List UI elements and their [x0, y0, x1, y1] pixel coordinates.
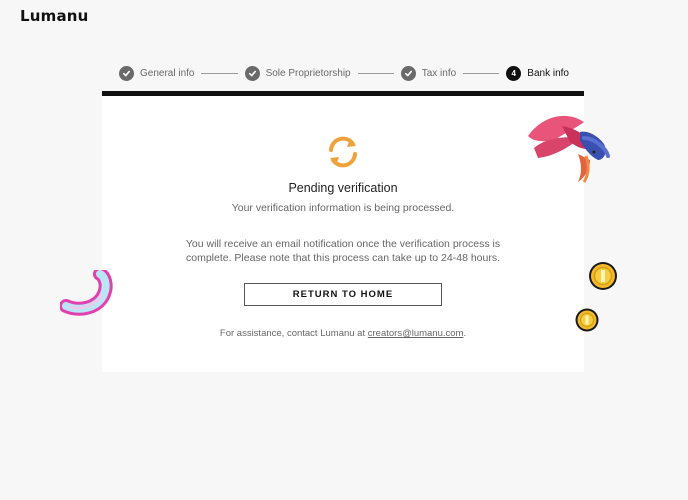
lumanu-logo[interactable]: Lumanu	[20, 7, 89, 25]
step-bank-info: 4 Bank info	[506, 65, 569, 81]
card-subtitle: Your verification information is being p…	[231, 202, 455, 214]
step-number-badge: 4	[506, 65, 522, 81]
check-icon	[119, 65, 134, 81]
step-general-info: General info	[119, 65, 195, 81]
assist-prefix: For assistance, contact Lumanu at	[219, 328, 368, 339]
assistance-text: For assistance, contact Lumanu at creato…	[102, 328, 584, 339]
step-label: General info	[140, 67, 195, 79]
step-connector	[201, 72, 238, 74]
assist-suffix: .	[463, 328, 467, 339]
support-email-link[interactable]: creators@lumanu.com	[368, 328, 464, 339]
step-connector	[357, 72, 394, 74]
coin-icon	[575, 308, 599, 332]
progress-stepper: General info Sole Proprietorship Tax inf…	[119, 64, 569, 82]
step-tax-info: Tax info	[400, 65, 457, 81]
step-label: Tax info	[421, 67, 457, 79]
verification-note: You will receive an email notification o…	[185, 238, 501, 264]
sync-icon	[329, 136, 357, 168]
card-title: Pending verification	[288, 181, 398, 195]
step-label: Bank info	[527, 67, 569, 79]
betta-fish-illustration	[528, 115, 610, 183]
step-sole-proprietorship: Sole Proprietorship	[244, 65, 351, 81]
return-to-home-button[interactable]: RETURN TO HOME	[244, 283, 442, 306]
coin-icon	[589, 262, 617, 290]
check-icon	[400, 65, 416, 81]
step-connector	[463, 72, 500, 74]
pastel-arc-illustration	[60, 270, 113, 316]
step-label: Sole Proprietorship	[265, 67, 351, 79]
verification-card: Pending verification Your verification i…	[102, 91, 584, 372]
check-icon	[244, 65, 260, 81]
